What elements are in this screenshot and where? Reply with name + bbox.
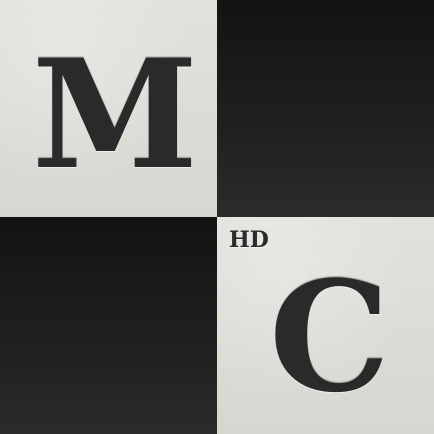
logo-tile-top-left: M [0, 0, 217, 217]
logo-letter-m: M [32, 27, 198, 203]
logo-letter-c: C [269, 247, 390, 426]
logo-tile-bottom-left [0, 217, 217, 434]
app-logo: M HD C [0, 0, 434, 434]
logo-tile-bottom-right: HD C [217, 217, 434, 434]
logo-tile-top-right [217, 0, 434, 217]
hd-badge: HD [229, 227, 269, 253]
